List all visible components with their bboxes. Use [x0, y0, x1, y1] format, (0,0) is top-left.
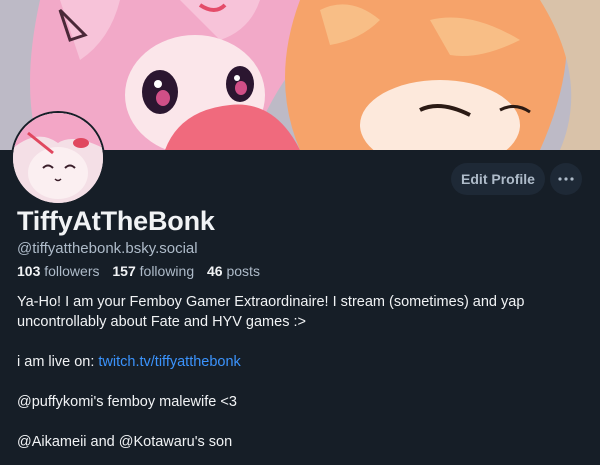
bio-line-malewife: @puffykomi's femboy malewife <3 [17, 394, 237, 410]
more-options-button[interactable] [550, 163, 582, 195]
posts-count: 46 [207, 263, 223, 279]
bio-line-son: @Aikameii and @Kotawaru's son [17, 434, 233, 450]
following-label: following [139, 263, 195, 279]
bio-blank-line [17, 332, 587, 352]
profile-stats: 103 followers 157 following 46 posts [17, 263, 269, 279]
following-stat[interactable]: 157 following [112, 263, 194, 279]
bio-live-prefix: i am live on: [17, 354, 99, 370]
profile-bio: Ya-Ho! I am your Femboy Gamer Extraordin… [17, 292, 587, 452]
followers-label: followers [44, 263, 100, 279]
avatar-image [13, 113, 103, 203]
ellipsis-icon [558, 177, 574, 181]
bio-blank-line [17, 372, 587, 392]
avatar[interactable] [11, 111, 105, 205]
followers-count: 103 [17, 263, 41, 279]
bio-blank-line [17, 412, 587, 432]
followers-stat[interactable]: 103 followers [17, 263, 100, 279]
following-count: 157 [112, 263, 136, 279]
twitch-link[interactable]: twitch.tv/tiffyatthebonk [98, 354, 240, 370]
display-name: TiffyAtTheBonk [17, 206, 215, 236]
posts-stat: 46 posts [207, 263, 260, 279]
posts-label: posts [226, 263, 260, 279]
edit-profile-button[interactable]: Edit Profile [451, 163, 545, 195]
bio-line-live: i am live on: twitch.tv/tiffyatthebonk [17, 352, 587, 372]
profile-handle: @tiffyatthebonk.bsky.social [17, 240, 198, 257]
bio-line-intro: Ya-Ho! I am your Femboy Gamer Extraordin… [17, 294, 525, 330]
